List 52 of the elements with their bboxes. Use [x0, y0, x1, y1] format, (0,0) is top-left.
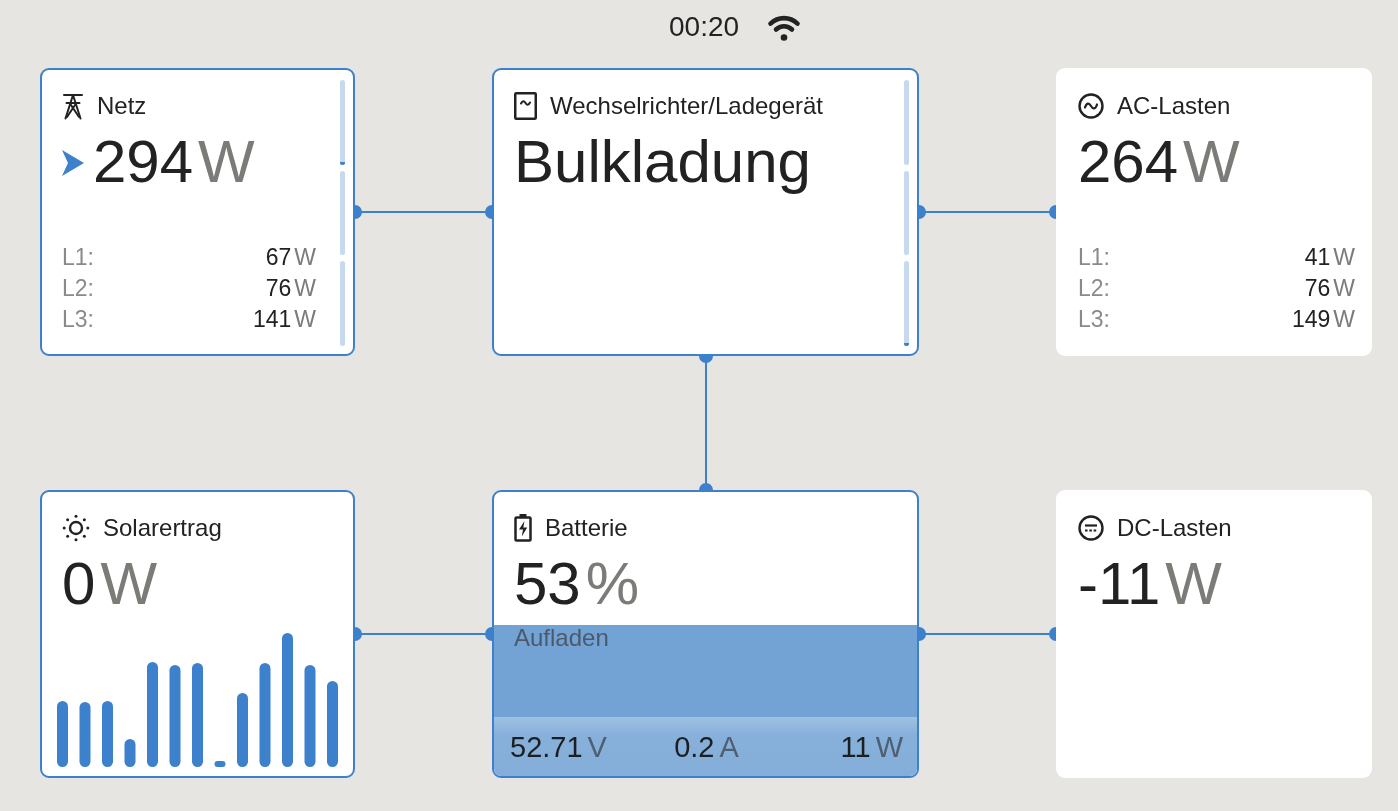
dc-circle-icon — [1078, 515, 1104, 541]
card-title: Batterie — [545, 514, 628, 542]
unit-label: W — [1183, 132, 1240, 192]
unit-label: W — [294, 305, 316, 334]
wave-box-icon — [514, 92, 537, 120]
unit-label: W — [1165, 554, 1222, 614]
card-title: Wechselrichter/Ladegerät — [550, 92, 824, 120]
unit-label: A — [719, 729, 739, 764]
card-title: Solarertrag — [103, 514, 222, 542]
widget-card[interactable]: Batterie 53% Aufladen 52.71 V 0.2 A 11 W — [492, 490, 919, 778]
unit-label: W — [1333, 274, 1355, 303]
reading-value: 52.71 — [510, 729, 583, 764]
phase-value: 67 — [265, 243, 292, 272]
phase-value: 76 — [1304, 274, 1331, 303]
card-title: AC-Lasten — [1117, 92, 1231, 120]
unit-label: W — [198, 132, 255, 192]
phase-label: L2: — [62, 274, 95, 303]
battery-charging-icon — [514, 514, 532, 542]
reading-value: 264 — [1078, 132, 1179, 192]
reading-value: 294 — [93, 132, 194, 192]
reading-value: 11 — [840, 729, 871, 764]
reading-value: -11 — [1078, 554, 1161, 614]
wave-circle-icon — [1078, 93, 1104, 119]
phase-label: L3: — [62, 305, 95, 334]
unit-label: W — [100, 554, 157, 614]
power-pylon-icon — [62, 92, 84, 120]
state-text: Bulkladung — [514, 132, 811, 192]
unit-label: W — [1333, 305, 1355, 334]
clock-time: 00:20 — [669, 11, 740, 43]
unit-label: W — [294, 243, 316, 272]
reading-value: 0.2 — [674, 729, 715, 764]
reading-value: 0 — [62, 554, 96, 614]
reading-value: 53 — [514, 554, 581, 614]
unit-label: W — [294, 274, 316, 303]
unit-label: W — [1333, 243, 1355, 272]
phase-value: 76 — [265, 274, 292, 303]
sun-icon — [62, 514, 90, 542]
phase-label: L3: — [1078, 305, 1111, 334]
phase-label: L1: — [1078, 243, 1111, 272]
widget-card[interactable]: Netz 294W L1: 67W L2: 76W L3: 141W — [40, 68, 355, 356]
phase-value: 149 — [1291, 305, 1331, 334]
widget-card[interactable]: Wechselrichter/Ladegerät Bulkladung — [492, 68, 919, 356]
state-text: Aufladen — [514, 624, 609, 652]
phase-value: 41 — [1304, 243, 1331, 272]
unit-label: V — [587, 729, 607, 764]
phase-label: L1: — [62, 243, 95, 272]
phase-label: L2: — [1078, 274, 1111, 303]
card-title: DC-Lasten — [1117, 514, 1232, 542]
card-title: Netz — [97, 92, 147, 120]
unit-label: W — [875, 729, 903, 764]
unit-label: % — [585, 554, 640, 614]
phase-value: 141 — [252, 305, 292, 334]
